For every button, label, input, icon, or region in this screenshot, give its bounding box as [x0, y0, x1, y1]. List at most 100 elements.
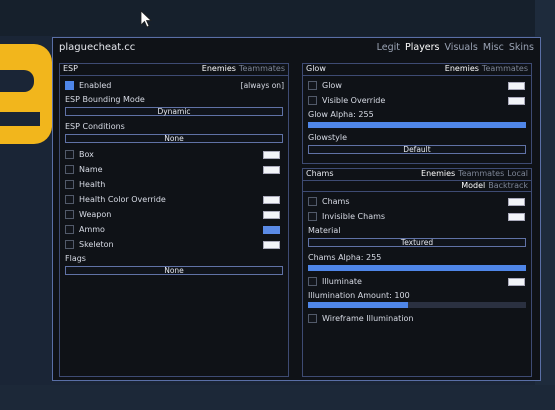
- chams-filter-local[interactable]: Local: [507, 169, 528, 178]
- chams-alpha-slider-fill: [308, 265, 526, 271]
- esp-weapon-row[interactable]: Weapon: [65, 209, 112, 220]
- chams-subfilter: Model Backtrack: [461, 181, 528, 190]
- esp-box-color[interactable]: [263, 151, 280, 159]
- glow-alpha-slider-fill: [308, 122, 526, 128]
- invisible-chams-color[interactable]: [508, 213, 525, 221]
- glow-row[interactable]: Glow: [308, 80, 342, 91]
- esp-weapon-label: Weapon: [79, 210, 112, 219]
- esp-filter-teammates[interactable]: Teammates: [239, 64, 285, 73]
- background-logo-cut: [0, 70, 34, 92]
- esp-weapon-checkbox[interactable]: [65, 209, 74, 219]
- esp-box-checkbox[interactable]: [65, 149, 74, 159]
- esp-bounding-select[interactable]: Dynamic: [65, 107, 283, 116]
- material-label: Material: [308, 226, 341, 235]
- title-bar[interactable]: plaguecheat.cc Legit Players Visuals Mis…: [53, 38, 540, 58]
- illumination-amount-label: Illumination Amount: 100: [308, 291, 410, 300]
- esp-flags-select[interactable]: None: [65, 266, 283, 275]
- esp-panel-header: ESP Enemies Teammates: [60, 64, 288, 76]
- illuminate-color[interactable]: [508, 278, 525, 286]
- chams-checkbox[interactable]: [308, 196, 317, 206]
- material-select[interactable]: Textured: [308, 238, 526, 247]
- invisible-chams-row[interactable]: Invisible Chams: [308, 211, 385, 222]
- esp-skeleton-row[interactable]: Skeleton: [65, 239, 114, 250]
- esp-health-color-checkbox[interactable]: [65, 194, 74, 204]
- esp-conditions-select[interactable]: None: [65, 134, 283, 143]
- esp-name-row[interactable]: Name: [65, 164, 103, 175]
- glow-alpha-label: Glow Alpha: 255: [308, 110, 374, 119]
- glow-filter-enemies[interactable]: Enemies: [445, 64, 479, 73]
- glow-panel-header: Glow Enemies Teammates: [303, 64, 531, 76]
- esp-skeleton-color[interactable]: [263, 241, 280, 249]
- esp-panel: ESP Enemies Teammates Enabled [always on…: [59, 63, 289, 377]
- tab-bar: Legit Players Visuals Misc Skins: [377, 42, 534, 53]
- chams-panel: Chams Enemies Teammates Local Model Back…: [302, 168, 532, 377]
- esp-ammo-label: Ammo: [79, 225, 105, 234]
- app-title: plaguecheat.cc: [59, 42, 136, 53]
- background-bottom: [0, 385, 555, 410]
- glow-filter: Enemies Teammates: [445, 64, 528, 73]
- illumination-amount-slider[interactable]: [308, 302, 526, 308]
- illuminate-row[interactable]: Illuminate: [308, 276, 362, 287]
- chams-filter-enemies[interactable]: Enemies: [421, 169, 455, 178]
- chams-panel-header: Chams Enemies Teammates Local: [303, 169, 531, 181]
- esp-bounding-label: ESP Bounding Mode: [65, 95, 145, 104]
- background-logo-cut-2: [0, 112, 40, 126]
- tab-players[interactable]: Players: [405, 42, 440, 53]
- esp-skeleton-checkbox[interactable]: [65, 239, 74, 249]
- invisible-chams-checkbox[interactable]: [308, 211, 317, 221]
- glowstyle-select[interactable]: Default: [308, 145, 526, 154]
- esp-health-color-swatch[interactable]: [263, 196, 280, 204]
- glow-checkbox[interactable]: [308, 80, 317, 90]
- esp-skeleton-label: Skeleton: [79, 240, 114, 249]
- esp-health-row[interactable]: Health: [65, 179, 105, 190]
- glow-visible-override-row[interactable]: Visible Override: [308, 95, 386, 106]
- esp-ammo-row[interactable]: Ammo: [65, 224, 105, 235]
- chams-label: Chams: [322, 197, 350, 206]
- chams-row[interactable]: Chams: [308, 196, 350, 207]
- glow-color[interactable]: [508, 82, 525, 90]
- glow-visible-override-checkbox[interactable]: [308, 95, 317, 105]
- chams-subfilter-model[interactable]: Model: [461, 181, 485, 190]
- chams-filter: Enemies Teammates Local: [421, 169, 528, 178]
- illuminate-label: Illuminate: [322, 277, 362, 286]
- glow-filter-teammates[interactable]: Teammates: [482, 64, 528, 73]
- esp-filter: Enemies Teammates: [202, 64, 285, 73]
- glow-alpha-slider[interactable]: [308, 122, 526, 128]
- tab-legit[interactable]: Legit: [377, 42, 400, 53]
- esp-filter-enemies[interactable]: Enemies: [202, 64, 236, 73]
- chams-color[interactable]: [508, 198, 525, 206]
- chams-filter-teammates[interactable]: Teammates: [458, 169, 504, 178]
- chams-alpha-slider[interactable]: [308, 265, 526, 271]
- tab-visuals[interactable]: Visuals: [445, 42, 478, 53]
- glow-panel-title: Glow: [306, 64, 326, 73]
- esp-enabled-row[interactable]: Enabled: [65, 80, 112, 91]
- wireframe-illumination-row[interactable]: Wireframe Illumination: [308, 313, 413, 324]
- esp-health-checkbox[interactable]: [65, 179, 74, 189]
- esp-ammo-checkbox[interactable]: [65, 224, 74, 234]
- esp-enabled-hotkey[interactable]: [always on]: [241, 81, 284, 90]
- cheat-menu-window: plaguecheat.cc Legit Players Visuals Mis…: [52, 37, 541, 381]
- background-top: [0, 0, 555, 36]
- esp-enabled-label: Enabled: [79, 81, 112, 90]
- glowstyle-label: Glowstyle: [308, 133, 348, 142]
- glow-panel: Glow Enemies Teammates Glow Visible Over…: [302, 63, 532, 164]
- wireframe-illumination-checkbox[interactable]: [308, 313, 317, 323]
- illumination-amount-slider-fill: [308, 302, 409, 308]
- esp-health-color-row[interactable]: Health Color Override: [65, 194, 166, 205]
- esp-name-checkbox[interactable]: [65, 164, 74, 174]
- esp-ammo-color[interactable]: [263, 226, 280, 234]
- chams-subfilter-backtrack[interactable]: Backtrack: [488, 181, 528, 190]
- glow-visible-override-label: Visible Override: [322, 96, 386, 105]
- esp-enabled-checkbox[interactable]: [65, 80, 74, 90]
- esp-flags-label: Flags: [65, 254, 86, 263]
- esp-box-row[interactable]: Box: [65, 149, 94, 160]
- esp-conditions-label: ESP Conditions: [65, 122, 125, 131]
- tab-misc[interactable]: Misc: [483, 42, 504, 53]
- esp-weapon-color[interactable]: [263, 211, 280, 219]
- illuminate-checkbox[interactable]: [308, 276, 317, 286]
- tab-skins[interactable]: Skins: [509, 42, 534, 53]
- chams-panel-title: Chams: [306, 169, 334, 178]
- glow-visible-override-color[interactable]: [508, 97, 525, 105]
- background-logo: [0, 44, 52, 144]
- esp-name-color[interactable]: [263, 166, 280, 174]
